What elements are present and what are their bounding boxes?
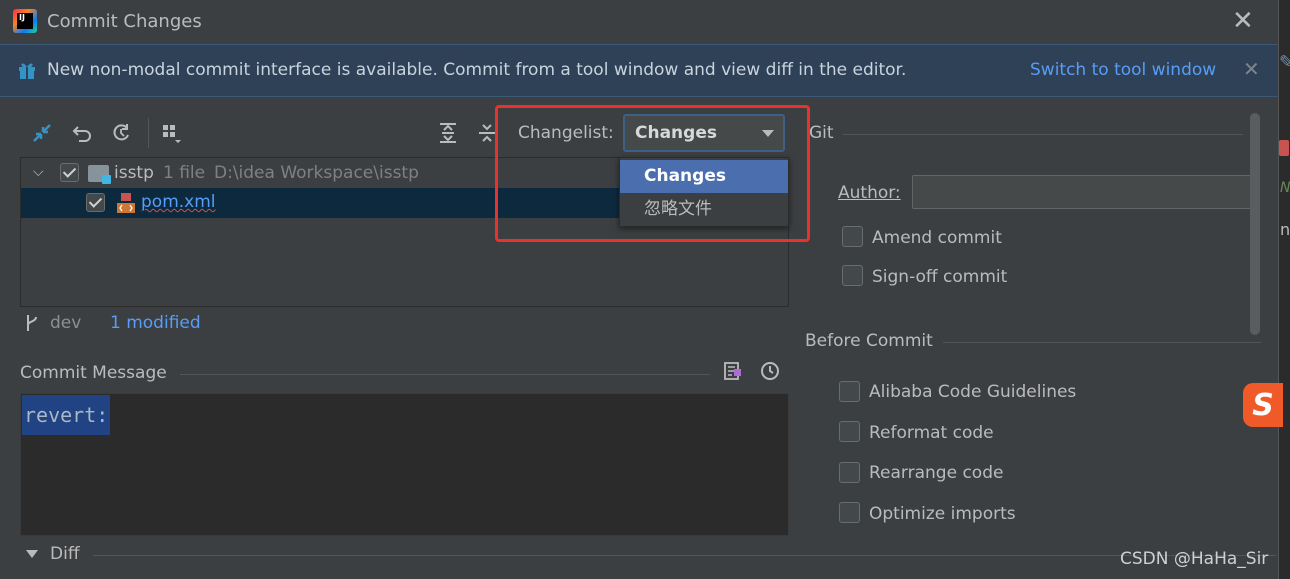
sign-off-commit-checkbox[interactable] <box>842 265 863 286</box>
alibaba-guidelines-label[interactable]: Alibaba Code Guidelines <box>869 382 1076 402</box>
editor-fragment: N <box>1280 180 1290 196</box>
section-divider <box>943 342 1261 343</box>
chevron-down-icon[interactable]: ⌵ <box>33 164 44 180</box>
changelist-option[interactable]: Changes <box>620 160 788 193</box>
notification-banner: New non-modal commit interface is availa… <box>0 44 1278 97</box>
toolbar-separator <box>148 118 149 148</box>
root-checkbox[interactable] <box>60 163 79 182</box>
amend-commit-label[interactable]: Amend commit <box>872 228 1002 248</box>
git-branch-icon <box>27 315 37 331</box>
diff-collapse-toggle-icon[interactable] <box>26 550 38 558</box>
title-bar: IJ Commit Changes ✕ <box>0 0 1278 44</box>
changelist-option[interactable]: 忽略文件 <box>620 193 788 226</box>
rollback-icon[interactable] <box>70 120 96 146</box>
alibaba-guidelines-checkbox[interactable] <box>839 381 860 402</box>
edit-icon: ✎ <box>1279 52 1290 73</box>
sogou-ime-icon[interactable]: S <box>1243 383 1283 427</box>
before-commit-label: Before Commit <box>805 331 933 351</box>
close-window-button[interactable]: ✕ <box>1232 8 1254 34</box>
author-label: Author: <box>838 183 901 203</box>
modified-count-link[interactable]: 1 modified <box>110 313 201 333</box>
author-input[interactable] <box>912 175 1254 209</box>
amend-commit-checkbox[interactable] <box>842 226 863 247</box>
banner-message: New non-modal commit interface is availa… <box>47 60 907 80</box>
section-divider <box>180 374 710 375</box>
window-title: Commit Changes <box>47 11 202 32</box>
commit-message-text[interactable]: revert: <box>22 395 111 435</box>
show-diff-icon[interactable] <box>29 120 55 146</box>
changelist-combo[interactable]: Changes <box>623 114 785 152</box>
changelist-label: Changelist: <box>518 123 614 143</box>
commit-message-template-icon[interactable] <box>720 358 746 384</box>
file-checkbox[interactable] <box>86 193 105 212</box>
commit-message-label: Commit Message <box>20 363 167 383</box>
file-name[interactable]: pom.xml <box>141 192 216 212</box>
switch-to-tool-window-link[interactable]: Switch to tool window <box>1030 60 1216 80</box>
reformat-code-label[interactable]: Reformat code <box>869 423 994 443</box>
chevron-down-icon[interactable] <box>762 130 774 137</box>
refresh-icon[interactable] <box>108 120 134 146</box>
changelist-dropdown: Changes 忽略文件 <box>619 157 789 227</box>
diff-label[interactable]: Diff <box>50 544 80 564</box>
editor-fragment: n <box>1280 220 1290 239</box>
commit-message-editor[interactable]: revert: <box>20 393 789 536</box>
vertical-scrollbar[interactable] <box>1250 113 1260 335</box>
group-by-icon[interactable] <box>158 120 184 146</box>
root-file-count: 1 file <box>163 163 206 183</box>
rearrange-code-label[interactable]: Rearrange code <box>869 463 1003 483</box>
changelist-selected-value: Changes <box>635 123 717 143</box>
gift-icon <box>19 63 35 79</box>
root-path: D:\idea Workspace\isstp <box>214 163 419 183</box>
error-marker-icon <box>1279 140 1289 156</box>
reformat-code-checkbox[interactable] <box>839 421 860 442</box>
section-divider <box>843 134 1243 135</box>
recent-messages-clock-icon[interactable] <box>757 358 783 384</box>
sign-off-commit-label[interactable]: Sign-off commit <box>872 267 1007 287</box>
expand-all-icon[interactable] <box>435 120 461 146</box>
intellij-app-icon: IJ <box>13 9 37 33</box>
csdn-watermark: CSDN @HaHa_Sir <box>1120 549 1269 569</box>
banner-close-button[interactable]: ✕ <box>1243 57 1260 81</box>
section-divider <box>93 555 1276 556</box>
git-section-label: Git <box>809 123 834 143</box>
background-editor-strip: ✎ N n <box>1278 0 1290 579</box>
maven-xml-file-icon <box>117 193 135 213</box>
rearrange-code-checkbox[interactable] <box>839 462 860 483</box>
module-folder-icon <box>88 165 111 184</box>
optimize-imports-checkbox[interactable] <box>839 502 860 523</box>
optimize-imports-label[interactable]: Optimize imports <box>869 504 1016 524</box>
branch-name[interactable]: dev <box>50 313 81 333</box>
root-name: isstp <box>114 163 154 183</box>
collapse-all-icon[interactable] <box>474 120 500 146</box>
